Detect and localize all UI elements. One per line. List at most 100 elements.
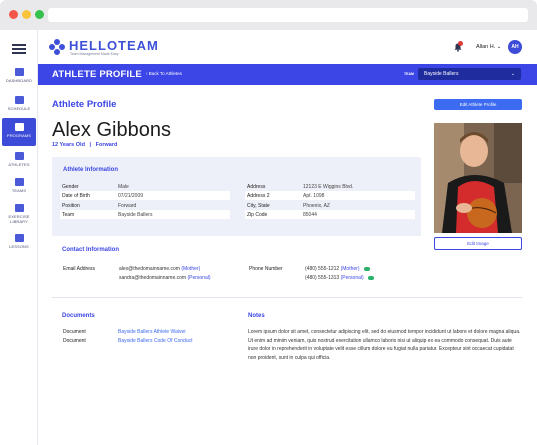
page-header: ATHLETE PROFILE ‹ Back To Athletes TEAM …	[38, 64, 537, 85]
sidebar-item-schedule[interactable]: SCHEDULE	[2, 94, 36, 120]
info-value: Phoenix, AZ	[303, 203, 330, 209]
phone-tag: (Personal)	[340, 275, 364, 281]
phone-value[interactable]: (480) 555-1212	[305, 266, 339, 272]
notification-badge	[458, 41, 463, 46]
menu-icon[interactable]	[12, 44, 26, 54]
info-key: Date of Birth	[62, 193, 90, 199]
team-select[interactable]: Bayside Ballers ⌄	[418, 68, 521, 80]
sidebar-item-programs[interactable]: PROGRAMS	[2, 118, 36, 146]
chevron-down-icon: ⌄	[496, 44, 502, 50]
email-value[interactable]: alex@thedomainname.com	[119, 266, 180, 272]
phone-label: Phone Number	[249, 266, 283, 272]
document-label: Document	[63, 338, 86, 344]
avatar[interactable]: AH	[508, 40, 522, 54]
edit-athlete-profile-button[interactable]: Edit Athlete Profile	[434, 99, 522, 110]
info-key: Address 2	[247, 193, 270, 199]
edit-image-button[interactable]: Edit Image	[434, 237, 522, 250]
document-row: Document Bayside Ballers Athlete Waiver	[63, 329, 243, 337]
minimize-window-button[interactable]	[22, 10, 31, 19]
subtitle-separator: |	[89, 142, 92, 148]
section-title-athlete-profile: Athlete Profile	[52, 99, 117, 110]
sidebar-item-label: TEAMS	[11, 188, 27, 193]
notes-text: Lorem ipsum dolor sit amet, consectetur …	[248, 329, 521, 361]
sidebar-item-label: SCHEDULE	[7, 106, 31, 111]
document-label: Document	[63, 329, 86, 335]
info-row-gender: Gender Male	[60, 182, 230, 191]
sidebar-item-label: LESSONS	[9, 244, 29, 249]
address-bar[interactable]	[48, 8, 528, 22]
sidebar-item-exercise-library[interactable]: EXERCISE LIBRARY	[2, 202, 36, 232]
info-row-address-2: Address 2 Apt. 1098	[245, 191, 415, 200]
browser-chrome	[0, 0, 537, 30]
sidebar: DASHBOARD SCHEDULE PROGRAMS ATHLETES TEA…	[0, 30, 38, 445]
sidebar-item-label: ATHLETES	[8, 162, 30, 167]
info-row-address: Address 12123 E Wiggins Blvd.	[245, 182, 415, 191]
email-value[interactable]: sandra@thedomainname.com	[119, 275, 186, 281]
sidebar-item-lessons[interactable]: LESSONS	[2, 232, 36, 258]
info-value: Male	[118, 184, 129, 190]
back-to-athletes-link[interactable]: ‹ Back To Athletes	[146, 71, 182, 76]
user-name-text: Allan H.	[476, 44, 496, 50]
sidebar-item-label: EXERCISE LIBRARY	[8, 214, 30, 224]
email-tag: (Personal)	[187, 275, 211, 281]
info-key: Address	[247, 184, 266, 190]
sidebar-item-athletes[interactable]: ATHLETES	[2, 150, 36, 176]
info-key: Team	[62, 212, 75, 218]
athletes-icon	[14, 152, 24, 160]
browser-window: DASHBOARD SCHEDULE PROGRAMS ATHLETES TEA…	[0, 0, 537, 445]
info-key: Zip Code	[247, 212, 268, 218]
dashboard-icon	[14, 68, 24, 76]
document-row: Document Bayside Ballers Code Of Conduct	[63, 338, 243, 346]
team-select-value: Bayside Ballers	[424, 71, 459, 77]
contact-information-title: Contact Information	[62, 247, 119, 253]
info-key: Gender	[62, 184, 79, 190]
sidebar-item-dashboard[interactable]: DASHBOARD	[2, 66, 36, 92]
page-title: ATHLETE PROFILE	[52, 69, 142, 80]
info-value: Apt. 1098	[303, 193, 325, 199]
info-row-team: Team Bayside Ballers	[60, 210, 230, 219]
info-key: City, State	[247, 203, 270, 209]
info-key: Position	[62, 203, 80, 209]
info-value: 12123 E Wiggins Blvd.	[303, 184, 354, 190]
documents-title: Documents	[62, 313, 95, 319]
logo-tagline: Team Management Made Easy	[70, 52, 119, 56]
document-link[interactable]: Bayside Ballers Athlete Waiver	[118, 329, 186, 335]
phone-item: (480) 555-1313 (Personal)	[305, 275, 375, 281]
notes-title: Notes	[248, 313, 265, 319]
programs-icon	[14, 123, 24, 131]
document-link[interactable]: Bayside Ballers Code Of Conduct	[118, 338, 192, 344]
athlete-information-title: Athlete Information	[63, 167, 118, 173]
info-row-position: Position Forward	[60, 201, 230, 210]
chevron-down-icon: ⌄	[510, 71, 515, 77]
info-row-zip-code: Zip Code 85044	[245, 210, 415, 219]
info-value: 07/21/2009	[118, 193, 144, 199]
sidebar-item-label: PROGRAMS	[6, 133, 32, 138]
email-tag: (Mother)	[181, 266, 201, 272]
phone-item: (480) 555-1212 (Mother)	[305, 266, 370, 272]
info-value: Bayside Ballers	[118, 212, 153, 218]
info-row-date-of-birth: Date of Birth 07/21/2009	[60, 191, 230, 200]
top-bar: HELLOTEAM Team Management Made Easy Alla…	[38, 30, 537, 64]
athlete-photo	[434, 123, 522, 233]
user-name[interactable]: Allan H. ⌄	[476, 44, 501, 50]
athlete-position: Forward	[95, 142, 118, 148]
main-content: Athlete Profile Edit Athlete Profile Ale…	[38, 85, 537, 445]
chat-icon[interactable]	[363, 266, 370, 271]
athlete-information-panel: Athlete Information Gender Male Date of …	[52, 157, 421, 236]
email-label: Email Address	[63, 266, 95, 272]
lessons-icon	[14, 234, 24, 242]
info-row-city-state: City, State Phoenix, AZ	[245, 201, 415, 210]
chat-icon[interactable]	[368, 275, 375, 280]
athlete-name: Alex Gibbons	[52, 119, 171, 141]
close-window-button[interactable]	[9, 10, 18, 19]
sidebar-item-teams[interactable]: TEAMS	[2, 176, 36, 202]
info-value: Forward	[118, 203, 137, 209]
athlete-age: 12 Years Old	[52, 142, 85, 148]
maximize-window-button[interactable]	[35, 10, 44, 19]
teams-icon	[14, 178, 24, 186]
phone-value[interactable]: (480) 555-1313	[305, 275, 339, 281]
logo-text: HELLOTEAM	[69, 38, 159, 53]
phone-tag: (Mother)	[340, 266, 360, 272]
athlete-photo-image	[434, 123, 522, 233]
section-divider	[52, 297, 522, 298]
